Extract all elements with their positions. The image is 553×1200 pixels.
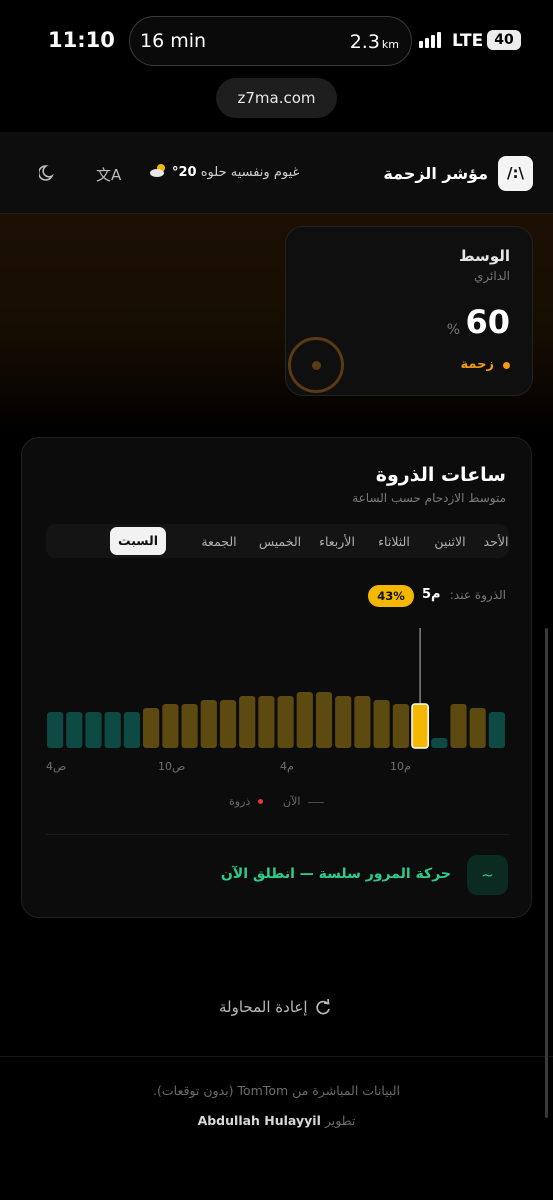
- x-tick: 4ص: [46, 760, 67, 773]
- peak-hours-card: ساعات الذروة متوسط الازدحام حسب الساعة ا…: [21, 437, 532, 918]
- tab-wednesday[interactable]: الأربعاء: [315, 529, 359, 554]
- island-distance-unit: km: [381, 38, 399, 51]
- legend-now: الآن: [283, 795, 301, 808]
- translate-icon[interactable]: 文A: [96, 164, 121, 185]
- island-distance: 2.3 km: [350, 31, 399, 53]
- tab-saturday[interactable]: السبت: [110, 527, 166, 555]
- tab-tuesday[interactable]: الثلاثاء: [371, 529, 417, 554]
- x-tick: 10م: [390, 760, 411, 773]
- signal-icon: [419, 32, 445, 48]
- url-bar[interactable]: z7ma.com: [216, 78, 337, 118]
- traffic-status-icon: ~: [467, 855, 508, 895]
- footer-credit: تطوير Abdullah Hulayyil: [0, 1113, 553, 1128]
- hour-bar[interactable]: [450, 704, 467, 748]
- weather-temp: 20°: [172, 165, 197, 180]
- day-tabs: الأحد الاثنين الثلاثاء الأربعاء الخميس ا…: [46, 524, 509, 558]
- logo-icon[interactable]: /:\: [498, 156, 533, 191]
- peak-badge: 43%: [368, 585, 414, 607]
- refresh-icon[interactable]: [314, 999, 332, 1017]
- hour-bar[interactable]: [66, 712, 83, 748]
- island-distance-value: 2.3: [349, 31, 380, 53]
- hour-bar[interactable]: [200, 700, 217, 748]
- moon-icon[interactable]: [39, 164, 57, 182]
- hour-bar[interactable]: [104, 712, 121, 748]
- tab-monday[interactable]: الاثنين: [429, 529, 471, 554]
- tab-thursday[interactable]: الخميس: [255, 529, 305, 554]
- app-title: مؤشر الزحمة: [383, 164, 488, 183]
- hour-bar[interactable]: [315, 692, 333, 748]
- hour-bar[interactable]: [431, 738, 448, 748]
- retry-button[interactable]: إعادة المحاولة: [219, 998, 308, 1016]
- weather-text: غيوم ونفسيه حلوه 20°: [172, 165, 299, 180]
- region-value: 60: [465, 303, 510, 341]
- traffic-status-text: حركة المرور سلسة — انطلق الآن: [220, 866, 451, 882]
- hour-bar[interactable]: [354, 696, 371, 748]
- footer-dev-label: تطوير: [324, 1113, 356, 1128]
- status-time: 11:10: [48, 28, 115, 52]
- legend-now-line: [308, 802, 324, 803]
- tab-friday[interactable]: الجمعة: [194, 529, 244, 554]
- dynamic-island[interactable]: 16 min 2.3 km: [129, 16, 412, 66]
- region-subtitle: الدائري: [474, 269, 510, 283]
- hour-bar[interactable]: [258, 696, 275, 748]
- hour-bar[interactable]: [239, 696, 256, 748]
- footer-source: البيانات المباشرة من TomTom (بدون توقعات…: [153, 1083, 400, 1098]
- region-card[interactable]: الوسط الدائري 60 % زحمة: [285, 226, 533, 396]
- region-status: زحمة: [460, 357, 494, 372]
- hour-bar[interactable]: [162, 704, 179, 748]
- hour-bar[interactable]: [373, 700, 390, 748]
- divider: [46, 834, 509, 835]
- peak-hour: 5م: [422, 587, 441, 602]
- peak-title: ساعات الذروة: [375, 464, 506, 486]
- tab-sunday[interactable]: الأحد: [482, 529, 510, 554]
- peak-label: الذروة عند:: [449, 588, 506, 602]
- hour-bar[interactable]: [335, 696, 352, 748]
- hour-bar[interactable]: [469, 708, 486, 748]
- hour-bar[interactable]: [296, 692, 313, 748]
- hour-bar[interactable]: [181, 704, 198, 748]
- scrollbar[interactable]: [545, 628, 548, 1118]
- x-tick: 10ص: [158, 760, 186, 773]
- hour-bar[interactable]: [123, 712, 140, 748]
- network-label: LTE: [452, 31, 484, 51]
- region-unit: %: [446, 322, 460, 338]
- island-duration: 16 min: [140, 30, 207, 52]
- legend-peak: ذروة: [229, 795, 251, 808]
- x-axis: 4ص 10ص 4م 10م: [22, 760, 533, 776]
- footer-divider: [0, 1056, 553, 1057]
- hour-bar[interactable]: [85, 712, 102, 748]
- status-dot: [503, 362, 510, 369]
- hour-bar[interactable]: [488, 712, 505, 748]
- cloud-sun-icon: [150, 164, 165, 177]
- hour-bar[interactable]: [47, 712, 64, 748]
- status-bar: 11:10 16 min 2.3 km LTE 40: [0, 0, 553, 72]
- app-header: /:\ مؤشر الزحمة غيوم ونفسيه حلوه 20° 文A: [0, 132, 553, 214]
- region-title: الوسط: [459, 247, 510, 265]
- legend-peak-dot: [258, 799, 263, 804]
- hour-bar[interactable]: [392, 704, 409, 748]
- gauge-center: [312, 361, 321, 370]
- hour-bar[interactable]: [219, 700, 237, 748]
- battery-icon: 40: [487, 30, 521, 50]
- peak-subtitle: متوسط الازدحام حسب الساعة: [352, 491, 506, 505]
- hour-bar[interactable]: [277, 696, 294, 748]
- x-tick: 4م: [280, 760, 294, 773]
- weather-desc: غيوم ونفسيه حلوه: [200, 165, 300, 180]
- current-hour-bar[interactable]: [411, 703, 429, 749]
- footer-dev-name[interactable]: Abdullah Hulayyil: [198, 1113, 321, 1128]
- hourly-bar-chart: [47, 628, 505, 749]
- hour-bar[interactable]: [143, 708, 160, 748]
